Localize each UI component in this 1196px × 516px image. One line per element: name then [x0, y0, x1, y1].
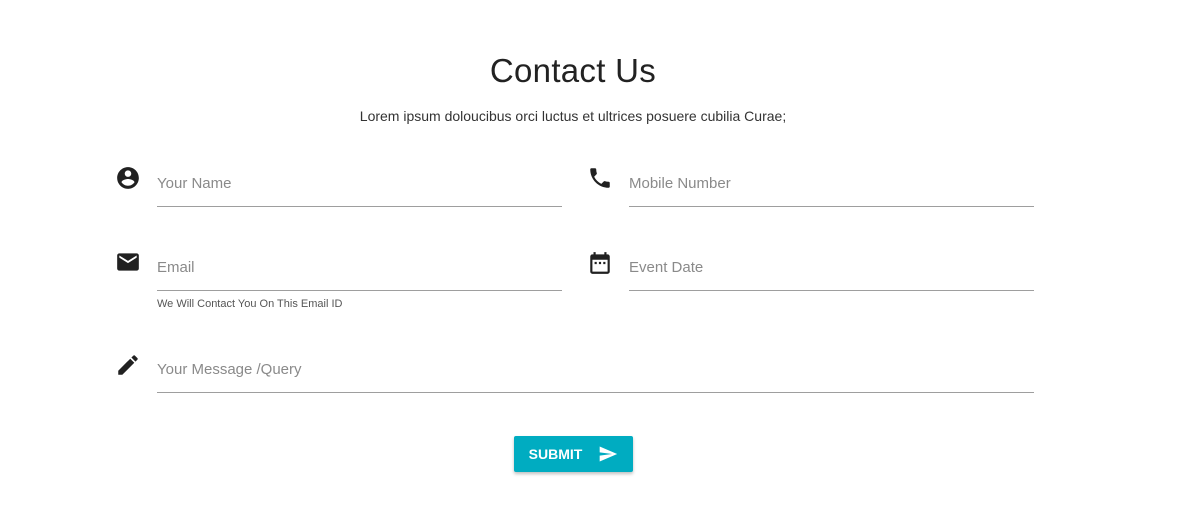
page-subtitle: Lorem ipsum doloucibus orci luctus et ul…	[359, 108, 787, 124]
mobile-field-group	[586, 164, 1034, 207]
mail-icon	[114, 248, 142, 276]
name-field-group	[114, 164, 562, 207]
event-date-input[interactable]	[629, 256, 1034, 291]
send-icon	[599, 446, 618, 462]
message-field-group	[114, 351, 1034, 393]
page-title: Contact Us	[489, 52, 657, 89]
submit-button-label: SUBMIT	[528, 446, 583, 462]
calendar-icon	[586, 249, 614, 277]
message-input[interactable]	[157, 358, 1034, 393]
mobile-number-input[interactable]	[629, 172, 1034, 207]
email-field-group: We Will Contact You On This Email ID	[114, 250, 562, 320]
email-input[interactable]	[157, 256, 562, 291]
name-input[interactable]	[157, 172, 562, 207]
phone-icon	[586, 164, 614, 192]
event-date-field-group	[586, 249, 1034, 291]
account-circle-icon	[114, 164, 142, 192]
submit-button[interactable]: SUBMIT	[514, 436, 633, 472]
pencil-icon	[114, 351, 142, 379]
email-hint: We Will Contact You On This Email ID	[157, 298, 343, 310]
contact-page: Contact Us Lorem ipsum doloucibus orci l…	[0, 0, 1196, 516]
